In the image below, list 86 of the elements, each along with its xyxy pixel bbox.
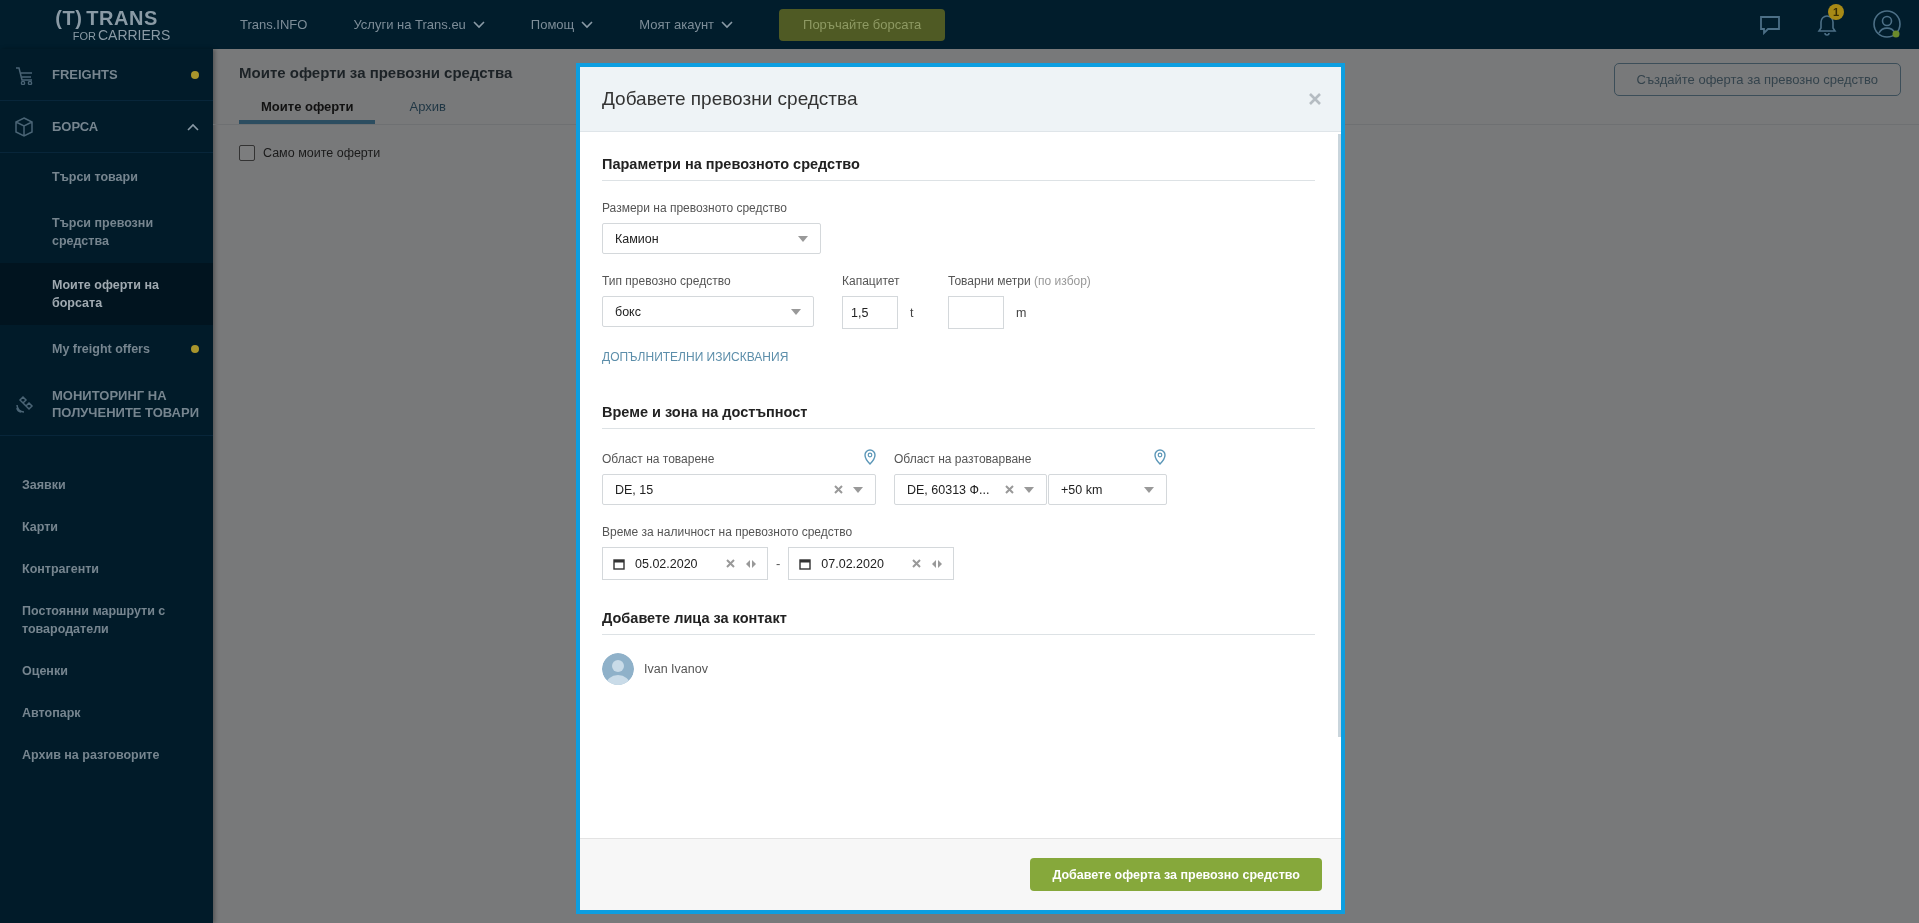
field-label: Област на разтоварване [894, 452, 1032, 466]
clear-icon [834, 485, 843, 494]
caret-icon [791, 308, 801, 315]
dropdown-field[interactable]: +50 km [1048, 474, 1167, 505]
user-avatar-icon[interactable] [1873, 9, 1903, 40]
clear-icon [726, 559, 735, 568]
caret-icon [798, 235, 808, 242]
dropdown-field[interactable]: DE, 60313 Ф... [894, 474, 1047, 505]
dropdown-field[interactable]: Камион [602, 223, 821, 254]
checkbox-label: Само моите оферти [263, 146, 381, 160]
location-pin-icon [1154, 449, 1166, 465]
load-meters-field[interactable] [948, 296, 1004, 329]
section-label: БОРСА [52, 118, 100, 135]
chevron-icon [581, 20, 594, 29]
sidebar-link[interactable]: Контрагенти [0, 548, 213, 590]
field-label: Размери на превозното средство [602, 201, 788, 215]
date-field[interactable]: 05.02.2020 [602, 547, 768, 580]
sidebar-link[interactable]: Архив на разговорите [0, 734, 213, 776]
logo[interactable]: (T) TRANS FOR CARRIERS [0, 7, 213, 42]
sidebar-item[interactable]: Търси товари [0, 153, 213, 201]
location-pin-icon [864, 449, 876, 465]
section-label: МОНИТОРИНГ НА ПОЛУЧЕНИТЕ ТОВАРИ [52, 387, 199, 421]
unit-label: t [910, 305, 915, 320]
nav-link[interactable]: Помощ [530, 17, 594, 32]
notification-badge: 1 [1828, 3, 1844, 20]
tab[interactable]: Архив [387, 93, 468, 124]
date-field[interactable]: 07.02.2020 [788, 547, 955, 580]
caret-icon [1144, 486, 1154, 493]
sidebar-link[interactable]: Постоянни маршрути с товародатели [0, 590, 213, 650]
caret-icon [1024, 486, 1034, 493]
item-label: Моите оферти на борсата [52, 277, 160, 312]
item-label: My freight offers [52, 341, 151, 358]
sidebar-section[interactable]: FREIGHTS [0, 49, 213, 101]
sidebar-link[interactable]: Заявки [0, 464, 213, 506]
sidebar-item[interactable]: Моите оферти на борсата [0, 263, 213, 325]
capacity-field[interactable]: 1,5 [842, 296, 898, 329]
section-heading: Добавете лица за контакт [602, 600, 1315, 635]
checkbox[interactable] [239, 145, 255, 161]
field-label: Товарни метри (по избор) [948, 274, 1091, 288]
section-heading: Параметри на превозното средство [602, 146, 1315, 181]
chevron-icon [721, 20, 734, 29]
sidebar-section[interactable]: МОНИТОРИНГ НА ПОЛУЧЕНИТЕ ТОВАРИ [0, 373, 213, 436]
item-label: Търси превозни средства [52, 215, 155, 250]
calendar-icon [613, 557, 625, 570]
requirements-link[interactable]: ДОПЪЛНИТЕЛНИ ИЗИСКВАНИЯ [602, 350, 789, 364]
nav-link[interactable]: Trans.INFO [240, 17, 308, 32]
sidebar-section[interactable]: БОРСА [0, 101, 213, 153]
cart-icon [14, 64, 34, 85]
dropdown-field[interactable]: бокс [602, 296, 814, 327]
satellite-icon [14, 394, 34, 414]
close-icon[interactable] [1309, 93, 1321, 105]
field-label: Време за наличност на превозното средство [602, 525, 854, 539]
calendar-icon [799, 557, 812, 570]
chat-icon[interactable] [1759, 14, 1781, 35]
submit-button[interactable]: Добавете оферта за превозно средство [1030, 858, 1322, 891]
sidebar-link[interactable]: Карти [0, 506, 213, 548]
section-label: FREIGHTS [52, 66, 119, 83]
section-heading: Време и зона на достъпност [602, 394, 1315, 429]
clear-icon [912, 559, 922, 568]
nav-link[interactable]: Моят акаунт [639, 17, 734, 32]
nav-link[interactable]: Услуги на Trans.eu [353, 17, 485, 32]
order-button[interactable]: Поръчайте борсата [779, 8, 946, 41]
sidebar-item[interactable]: Търси превозни средства [0, 201, 213, 263]
sidebar-link[interactable]: Оценки [0, 650, 213, 692]
sidebar-item[interactable]: My freight offers [0, 325, 213, 373]
dialog-title: Добавете превозни средства [602, 88, 858, 110]
item-label: Търси товари [52, 169, 139, 186]
box-icon [14, 116, 34, 137]
dropdown-field[interactable]: DE, 15 [602, 474, 876, 505]
unit-label: m [1016, 305, 1026, 320]
scrollbar[interactable] [1338, 134, 1341, 737]
chevron-icon [472, 20, 485, 29]
field-label: Тип превозно средство [602, 274, 732, 288]
step-arrows-icon [931, 559, 944, 568]
range-separator: - [776, 556, 781, 571]
page-title: Моите оферти за превозни средства [239, 64, 513, 81]
caret-icon [853, 486, 863, 493]
clear-icon [1005, 485, 1014, 494]
avatar-silhouette-icon [602, 653, 634, 685]
tab[interactable]: Моите оферти [239, 93, 376, 124]
step-arrows-icon [745, 559, 757, 568]
field-label: Капацитет [842, 274, 901, 288]
create-offer-button[interactable]: Създайте оферта за превозно средство [1613, 63, 1901, 96]
contact-name: Ivan Ivanov [644, 662, 708, 676]
sidebar-link[interactable]: Автопарк [0, 692, 213, 734]
field-label: Област на товарене [602, 452, 715, 466]
